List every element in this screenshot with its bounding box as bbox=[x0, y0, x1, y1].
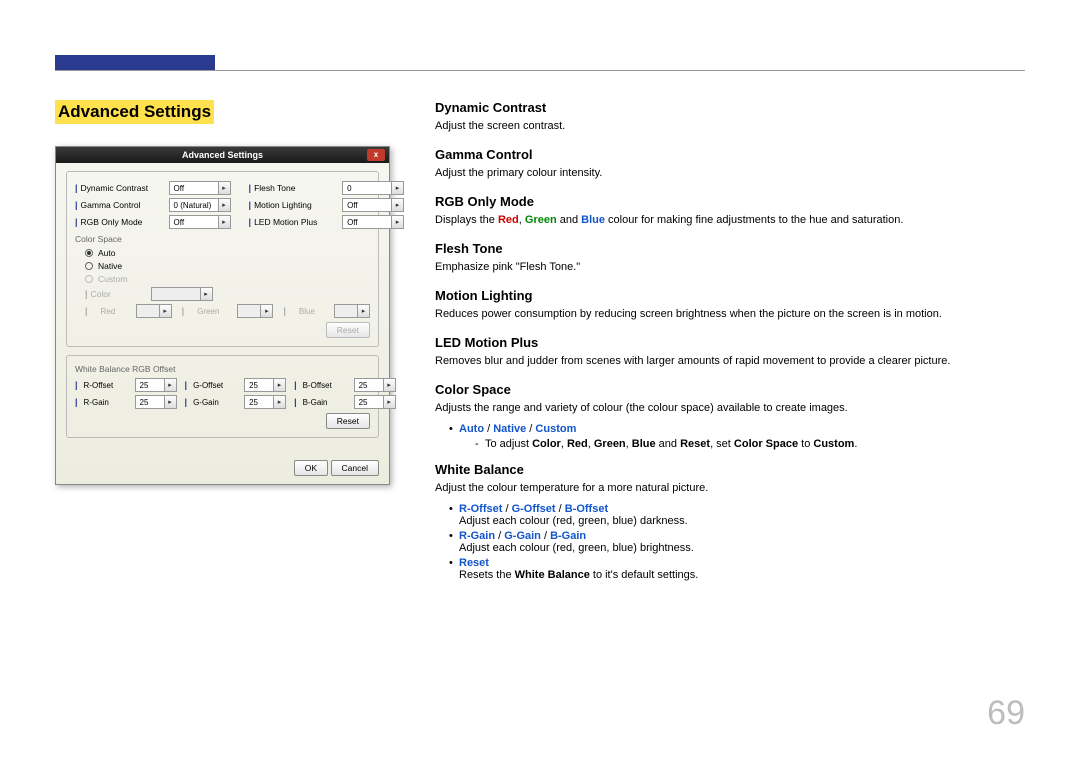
led-motion-plus-combo[interactable]: Off▸ bbox=[342, 215, 404, 229]
r-offset-label: R-Offset bbox=[84, 381, 132, 390]
b-offset-label: B-Offset bbox=[303, 381, 351, 390]
cs-green-label: Green bbox=[197, 307, 227, 316]
desc-motion-lighting: Reduces power consumption by reducing sc… bbox=[435, 307, 1025, 323]
cs-color-label: Color bbox=[91, 289, 151, 299]
color-space-subnote: To adjust Color, Red, Green, Blue and Re… bbox=[475, 438, 1025, 450]
g-offset-combo[interactable]: 25▸ bbox=[244, 378, 286, 392]
color-space-auto-radio[interactable]: Auto bbox=[85, 248, 370, 258]
g-gain-label: G-Gain bbox=[193, 398, 241, 407]
cs-red-label: Red bbox=[101, 307, 126, 316]
header-accent bbox=[55, 55, 215, 70]
chevron-down-icon: ▸ bbox=[164, 396, 176, 408]
b-gain-combo[interactable]: 25▸ bbox=[354, 395, 396, 409]
chevron-down-icon: ▸ bbox=[218, 199, 230, 211]
color-space-custom-radio[interactable]: Custom bbox=[85, 274, 370, 284]
wb-offset-item: R-Offset / G-Offset / B-Offset Adjust ea… bbox=[449, 503, 1025, 527]
chevron-down-icon: ▸ bbox=[200, 288, 212, 300]
r-gain-label: R-Gain bbox=[84, 398, 132, 407]
rgb-only-mode-combo[interactable]: Off▸ bbox=[169, 215, 231, 229]
cs-blue-combo: ▸ bbox=[334, 304, 370, 318]
section-title: Advanced Settings bbox=[55, 100, 214, 124]
heading-color-space: Color Space bbox=[435, 382, 1025, 397]
heading-led-motion-plus: LED Motion Plus bbox=[435, 335, 1025, 350]
chevron-down-icon: ▸ bbox=[260, 305, 272, 317]
wb-reset-button[interactable]: Reset bbox=[326, 413, 370, 429]
b-gain-label: B-Gain bbox=[303, 398, 351, 407]
g-offset-label: G-Offset bbox=[193, 381, 241, 390]
cs-reset-button: Reset bbox=[326, 322, 370, 338]
advanced-settings-dialog: Advanced Settings x |Dynamic Contrast Of… bbox=[55, 146, 390, 485]
chevron-down-icon: ▸ bbox=[383, 396, 395, 408]
motion-lighting-combo[interactable]: Off▸ bbox=[342, 198, 404, 212]
r-gain-combo[interactable]: 25▸ bbox=[135, 395, 177, 409]
header-rule bbox=[55, 70, 1025, 71]
heading-rgb-only-mode: RGB Only Mode bbox=[435, 194, 1025, 209]
chevron-down-icon: ▸ bbox=[218, 182, 230, 194]
close-icon[interactable]: x bbox=[367, 149, 385, 161]
cs-red-combo: ▸ bbox=[136, 304, 172, 318]
chevron-down-icon: ▸ bbox=[164, 379, 176, 391]
chevron-down-icon: ▸ bbox=[391, 199, 403, 211]
desc-led-motion-plus: Removes blur and judder from scenes with… bbox=[435, 354, 1025, 370]
desc-white-balance: Adjust the colour temperature for a more… bbox=[435, 481, 1025, 497]
chevron-down-icon: ▸ bbox=[391, 182, 403, 194]
desc-flesh-tone: Emphasize pink "Flesh Tone." bbox=[435, 260, 1025, 276]
white-balance-fieldgroup: White Balance RGB Offset |R-Offset25▸ |G… bbox=[66, 355, 379, 438]
desc-gamma-control: Adjust the primary colour intensity. bbox=[435, 166, 1025, 182]
dialog-title: Advanced Settings bbox=[182, 150, 263, 160]
b-offset-combo[interactable]: 25▸ bbox=[354, 378, 396, 392]
dynamic-contrast-combo[interactable]: Off▸ bbox=[169, 181, 231, 195]
cs-blue-label: Blue bbox=[299, 307, 324, 316]
heading-motion-lighting: Motion Lighting bbox=[435, 288, 1025, 303]
cancel-button[interactable]: Cancel bbox=[331, 460, 379, 476]
chevron-down-icon: ▸ bbox=[273, 396, 285, 408]
color-space-group-label: Color Space bbox=[75, 234, 370, 244]
page-number: 69 bbox=[987, 694, 1025, 733]
chevron-down-icon: ▸ bbox=[159, 305, 171, 317]
dynamic-contrast-label: Dynamic Contrast bbox=[81, 183, 169, 193]
heading-gamma-control: Gamma Control bbox=[435, 147, 1025, 162]
wb-gain-item: R-Gain / G-Gain / B-Gain Adjust each col… bbox=[449, 530, 1025, 554]
wb-reset-item: Reset Resets the White Balance to it's d… bbox=[449, 557, 1025, 581]
color-space-options: Auto / Native / Custom To adjust Color, … bbox=[449, 423, 1025, 450]
motion-lighting-label: Motion Lighting bbox=[254, 200, 342, 210]
flesh-tone-combo[interactable]: 0▸ bbox=[342, 181, 404, 195]
rgb-only-mode-label: RGB Only Mode bbox=[81, 217, 169, 227]
chevron-down-icon: ▸ bbox=[391, 216, 403, 228]
heading-white-balance: White Balance bbox=[435, 462, 1025, 477]
heading-dynamic-contrast: Dynamic Contrast bbox=[435, 100, 1025, 115]
ok-button[interactable]: OK bbox=[294, 460, 328, 476]
chevron-down-icon: ▸ bbox=[357, 305, 369, 317]
desc-color-space: Adjusts the range and variety of colour … bbox=[435, 401, 1025, 417]
cs-green-combo: ▸ bbox=[237, 304, 273, 318]
g-gain-combo[interactable]: 25▸ bbox=[244, 395, 286, 409]
desc-dynamic-contrast: Adjust the screen contrast. bbox=[435, 119, 1025, 135]
wb-group-label: White Balance RGB Offset bbox=[75, 364, 370, 374]
chevron-down-icon: ▸ bbox=[383, 379, 395, 391]
top-fieldgroup: |Dynamic Contrast Off▸ |Gamma Control 0 … bbox=[66, 171, 379, 347]
flesh-tone-label: Flesh Tone bbox=[254, 183, 342, 193]
r-offset-combo[interactable]: 25▸ bbox=[135, 378, 177, 392]
dialog-titlebar: Advanced Settings x bbox=[56, 147, 389, 163]
gamma-control-label: Gamma Control bbox=[81, 200, 169, 210]
color-space-native-radio[interactable]: Native bbox=[85, 261, 370, 271]
cs-color-combo: ▸ bbox=[151, 287, 213, 301]
chevron-down-icon: ▸ bbox=[273, 379, 285, 391]
gamma-control-combo[interactable]: 0 (Natural)▸ bbox=[169, 198, 231, 212]
desc-rgb-only-mode: Displays the Red, Green and Blue colour … bbox=[435, 213, 1025, 229]
chevron-down-icon: ▸ bbox=[218, 216, 230, 228]
heading-flesh-tone: Flesh Tone bbox=[435, 241, 1025, 256]
led-motion-plus-label: LED Motion Plus bbox=[254, 217, 342, 227]
